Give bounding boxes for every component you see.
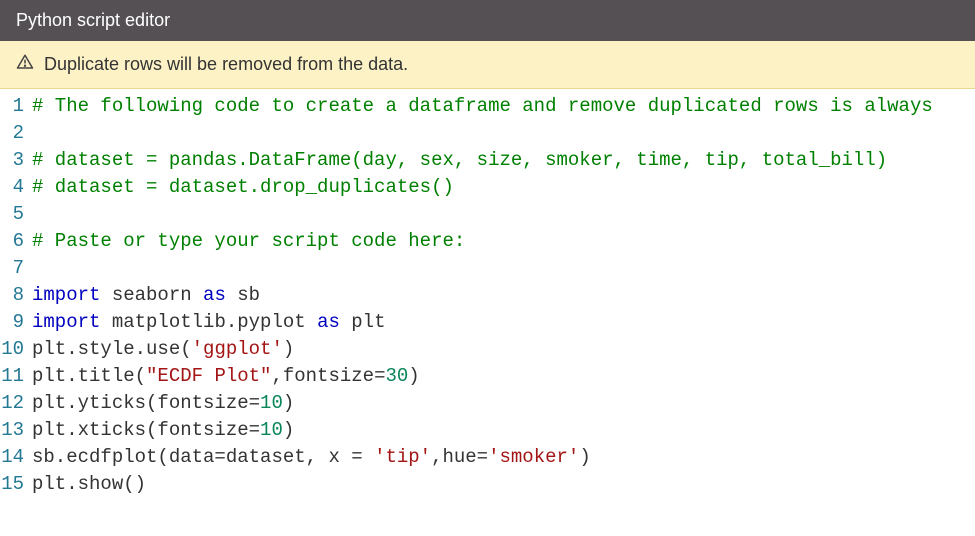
code-line[interactable]: 3# dataset = pandas.DataFrame(day, sex, … xyxy=(0,147,975,174)
line-number: 2 xyxy=(0,120,32,147)
line-content[interactable] xyxy=(32,255,975,282)
line-content[interactable]: import seaborn as sb xyxy=(32,282,975,309)
code-line[interactable]: 15plt.show() xyxy=(0,471,975,498)
line-content[interactable]: # Paste or type your script code here: xyxy=(32,228,975,255)
line-number: 6 xyxy=(0,228,32,255)
line-content[interactable]: plt.title("ECDF Plot",fontsize=30) xyxy=(32,363,975,390)
line-content[interactable]: plt.show() xyxy=(32,471,975,498)
code-line[interactable]: 11plt.title("ECDF Plot",fontsize=30) xyxy=(0,363,975,390)
code-line[interactable]: 9import matplotlib.pyplot as plt xyxy=(0,309,975,336)
line-number: 7 xyxy=(0,255,32,282)
code-line[interactable]: 6# Paste or type your script code here: xyxy=(0,228,975,255)
line-content[interactable]: plt.xticks(fontsize=10) xyxy=(32,417,975,444)
warning-triangle-icon xyxy=(16,53,34,76)
code-editor[interactable]: 1# The following code to create a datafr… xyxy=(0,89,975,536)
line-number: 8 xyxy=(0,282,32,309)
line-content[interactable] xyxy=(32,120,975,147)
script-editor-window: Python script editor Duplicate rows will… xyxy=(0,0,975,536)
line-number: 5 xyxy=(0,201,32,228)
code-line[interactable]: 10plt.style.use('ggplot') xyxy=(0,336,975,363)
warning-banner: Duplicate rows will be removed from the … xyxy=(0,41,975,89)
line-number: 15 xyxy=(0,471,32,498)
line-number: 14 xyxy=(0,444,32,471)
line-number: 4 xyxy=(0,174,32,201)
code-line[interactable]: 7 xyxy=(0,255,975,282)
line-number: 1 xyxy=(0,93,32,120)
code-line[interactable]: 13plt.xticks(fontsize=10) xyxy=(0,417,975,444)
line-content[interactable]: plt.style.use('ggplot') xyxy=(32,336,975,363)
code-line[interactable]: 14sb.ecdfplot(data=dataset, x = 'tip',hu… xyxy=(0,444,975,471)
line-content[interactable]: # The following code to create a datafra… xyxy=(32,93,975,120)
code-line[interactable]: 8import seaborn as sb xyxy=(0,282,975,309)
line-number: 10 xyxy=(0,336,32,363)
code-line[interactable]: 12plt.yticks(fontsize=10) xyxy=(0,390,975,417)
line-number: 13 xyxy=(0,417,32,444)
title-text: Python script editor xyxy=(16,10,170,30)
line-content[interactable]: plt.yticks(fontsize=10) xyxy=(32,390,975,417)
code-line[interactable]: 5 xyxy=(0,201,975,228)
line-number: 3 xyxy=(0,147,32,174)
line-content[interactable] xyxy=(32,201,975,228)
titlebar: Python script editor xyxy=(0,0,975,41)
line-number: 12 xyxy=(0,390,32,417)
line-content[interactable]: import matplotlib.pyplot as plt xyxy=(32,309,975,336)
line-content[interactable]: sb.ecdfplot(data=dataset, x = 'tip',hue=… xyxy=(32,444,975,471)
line-content[interactable]: # dataset = dataset.drop_duplicates() xyxy=(32,174,975,201)
warning-message: Duplicate rows will be removed from the … xyxy=(44,54,408,75)
line-number: 9 xyxy=(0,309,32,336)
line-number: 11 xyxy=(0,363,32,390)
code-line[interactable]: 2 xyxy=(0,120,975,147)
code-line[interactable]: 4# dataset = dataset.drop_duplicates() xyxy=(0,174,975,201)
code-line[interactable]: 1# The following code to create a datafr… xyxy=(0,93,975,120)
line-content[interactable]: # dataset = pandas.DataFrame(day, sex, s… xyxy=(32,147,975,174)
